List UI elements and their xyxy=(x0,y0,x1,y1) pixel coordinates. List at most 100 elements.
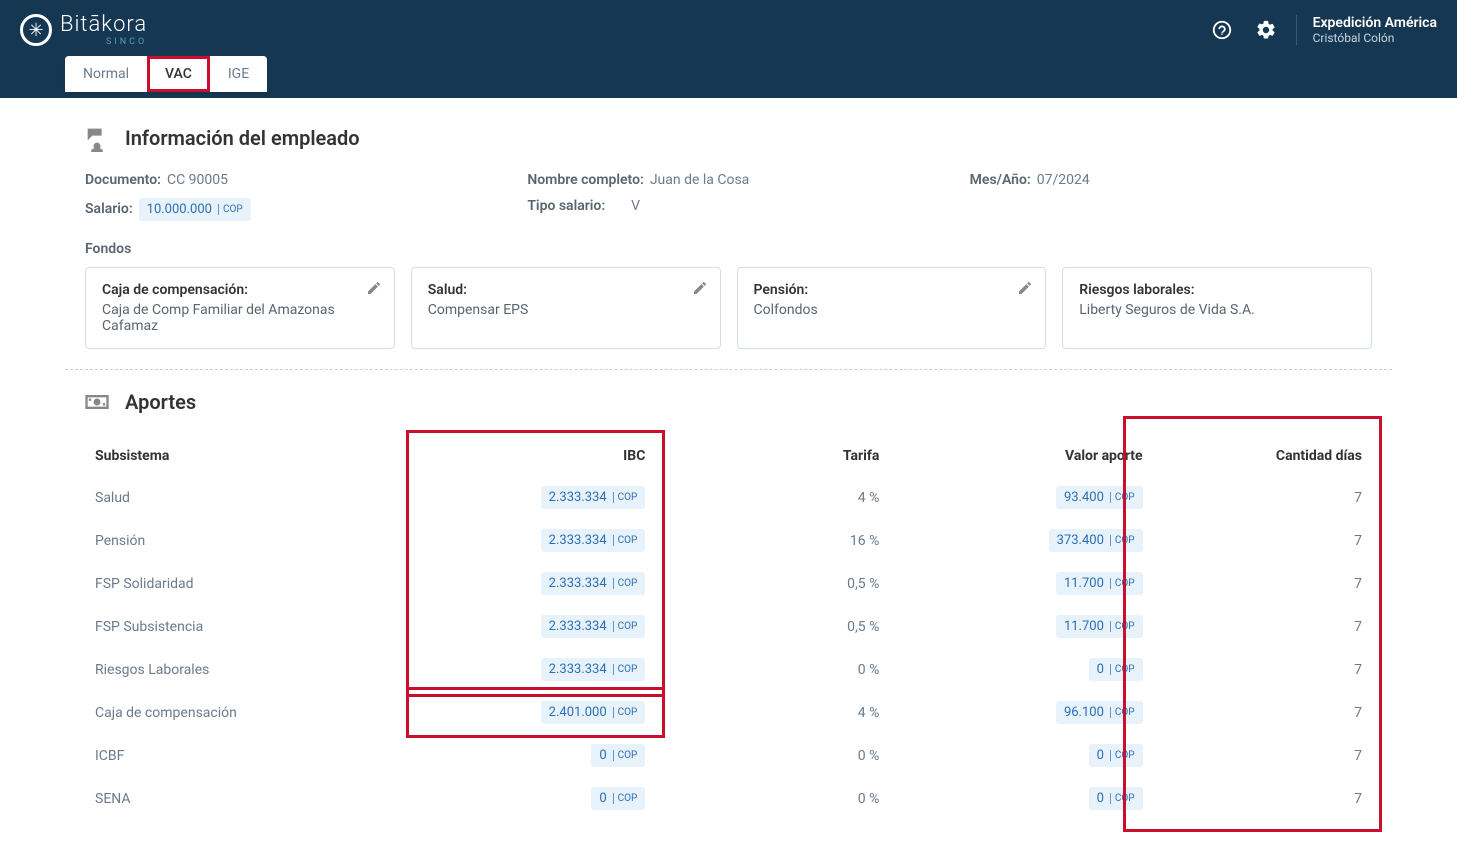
cell-dias: 7 xyxy=(1153,734,1372,777)
cell-dias: 7 xyxy=(1153,691,1372,734)
cell-dias: 7 xyxy=(1153,519,1372,562)
cell-sub: Riesgos Laborales xyxy=(85,648,436,691)
cell-sub: FSP Solidaridad xyxy=(85,562,436,605)
table-row: Salud2.333.334COP4 %93.400COP7 xyxy=(85,476,1372,519)
divider xyxy=(65,369,1392,370)
money-value[interactable]: 0COP xyxy=(1089,787,1143,810)
salary-value[interactable]: 10.000.000 COP xyxy=(139,198,251,221)
table-row: FSP Subsistencia2.333.334COP0,5 %11.700C… xyxy=(85,605,1372,648)
money-value[interactable]: 2.333.334COP xyxy=(541,658,646,681)
tab-ige[interactable]: IGE xyxy=(210,56,267,92)
tabs: NormalVACIGE xyxy=(65,56,267,92)
pencil-icon[interactable] xyxy=(692,280,708,300)
wheel-icon xyxy=(20,14,52,46)
cell-valor: 0COP xyxy=(889,777,1152,820)
user-org: Expedición América xyxy=(1313,15,1437,31)
period-value: 07/2024 xyxy=(1037,172,1090,188)
fund-label: Riesgos laborales: xyxy=(1079,282,1355,298)
fund-card: Salud:Compensar EPS xyxy=(411,267,721,349)
col-dias: Cantidad días xyxy=(1153,436,1372,476)
cell-ibc: 2.333.334COP xyxy=(436,562,655,605)
cell-sub: Salud xyxy=(85,476,436,519)
user-block[interactable]: Expedición América Cristóbal Colón xyxy=(1296,15,1437,45)
table-row: Caja de compensación 2.401.000COP 4 % 96.10… xyxy=(85,691,1372,734)
fund-cards: Caja de compensación: Caja de Comp Famili… xyxy=(85,267,1372,349)
money-icon xyxy=(83,388,111,416)
money-value[interactable]: 2.333.334COP xyxy=(541,615,646,638)
cell-valor: 373.400COP xyxy=(889,519,1152,562)
cell-dias: 7 xyxy=(1153,648,1372,691)
cell-dias: 7 xyxy=(1153,777,1372,820)
table-row: Riesgos Laborales2.333.334COP0 %0COP7 xyxy=(85,648,1372,691)
cell-tarifa: 4 % xyxy=(655,691,889,734)
cell-ibc: 2.333.334COP xyxy=(436,648,655,691)
col-tarifa: Tarifa xyxy=(655,436,889,476)
cell-sub: FSP Subsistencia xyxy=(85,605,436,648)
fondos-label: Fondos xyxy=(85,241,1372,257)
money-value[interactable]: 2.333.334COP xyxy=(541,486,646,509)
salary-type-value: V xyxy=(631,198,640,214)
tab-vac[interactable]: VAC xyxy=(147,56,210,92)
money-value[interactable]: 2.333.334COP xyxy=(541,529,646,552)
cell-valor: 11.700COP xyxy=(889,562,1152,605)
aportes-table: Subsistema IBC Tarifa Valor aporte Canti… xyxy=(85,436,1372,820)
fund-card: Riesgos laborales: Liberty Seguros de Vid… xyxy=(1062,267,1372,349)
salary-label: Salario: xyxy=(85,201,133,217)
table-row: FSP Solidaridad 2.333.334COP 0,5 % 11.700CO… xyxy=(85,562,1372,605)
employee-icon xyxy=(83,124,111,152)
money-value[interactable]: 0COP xyxy=(1089,658,1143,681)
period-label: Mes/Año: xyxy=(970,172,1031,188)
tab-normal[interactable]: Normal xyxy=(65,56,147,92)
money-value[interactable]: 373.400COP xyxy=(1049,529,1143,552)
app-subname: SINCO xyxy=(60,38,147,47)
cell-dias: 7 xyxy=(1153,476,1372,519)
fund-value: Liberty Seguros de Vida S.A. xyxy=(1079,302,1355,318)
cell-ibc: 2.333.334COP xyxy=(436,605,655,648)
cell-sub: Pensión xyxy=(85,519,436,562)
money-value[interactable]: 11.700COP xyxy=(1056,615,1143,638)
doc-label: Documento: xyxy=(85,172,161,188)
cell-valor: 96.100COP xyxy=(889,691,1152,734)
pencil-icon[interactable] xyxy=(1017,280,1033,300)
col-ibc: IBC xyxy=(436,436,655,476)
cell-ibc: 0COP xyxy=(436,734,655,777)
money-value[interactable]: 2.401.000COP xyxy=(541,701,646,724)
fund-card: Pensión:Colfondos xyxy=(737,267,1047,349)
fund-value: Caja de Comp Familiar del Amazonas Cafam… xyxy=(102,302,378,334)
money-value[interactable]: 2.333.334COP xyxy=(541,572,646,595)
fund-label: Caja de compensación: xyxy=(102,282,378,298)
col-valor: Valor aporte xyxy=(889,436,1152,476)
aportes-section-header: Aportes xyxy=(83,388,1392,416)
employee-section-header: Información del empleado xyxy=(83,124,1392,152)
money-value[interactable]: 0COP xyxy=(591,744,645,767)
cell-tarifa: 16 % xyxy=(655,519,889,562)
app-logo[interactable]: Bitākora SINCO xyxy=(20,14,147,47)
banner: NormalVACIGE xyxy=(0,60,1457,98)
name-value: Juan de la Cosa xyxy=(650,172,749,188)
money-value[interactable]: 11.700COP xyxy=(1056,572,1143,595)
cell-dias: 7 xyxy=(1153,562,1372,605)
money-value[interactable]: 93.400COP xyxy=(1056,486,1143,509)
cell-valor: 11.700COP xyxy=(889,605,1152,648)
money-value[interactable]: 0COP xyxy=(1089,744,1143,767)
fund-value: Compensar EPS xyxy=(428,302,704,318)
cell-valor: 0COP xyxy=(889,734,1152,777)
pencil-icon[interactable] xyxy=(366,280,382,300)
cell-ibc: 2.333.334COP xyxy=(436,519,655,562)
employee-section-title: Información del empleado xyxy=(125,126,360,150)
cell-sub: Caja de compensación xyxy=(85,691,436,734)
cell-ibc: 0COP xyxy=(436,777,655,820)
fund-card: Caja de compensación: Caja de Comp Famili… xyxy=(85,267,395,349)
fund-label: Pensión: xyxy=(754,282,1030,298)
money-value[interactable]: 96.100COP xyxy=(1056,701,1143,724)
cell-valor: 0COP xyxy=(889,648,1152,691)
gear-icon[interactable] xyxy=(1252,16,1280,44)
page-content: Información del empleado Documento: CC 9… xyxy=(65,98,1392,820)
help-icon[interactable] xyxy=(1208,16,1236,44)
cell-dias: 7 xyxy=(1153,605,1372,648)
table-row: Pensión 2.333.334COP 16 % 373.400COP 7 xyxy=(85,519,1372,562)
money-value[interactable]: 0COP xyxy=(591,787,645,810)
cell-tarifa: 0,5 % xyxy=(655,562,889,605)
table-row: SENA0COP0 %0COP7 xyxy=(85,777,1372,820)
cell-valor: 93.400COP xyxy=(889,476,1152,519)
